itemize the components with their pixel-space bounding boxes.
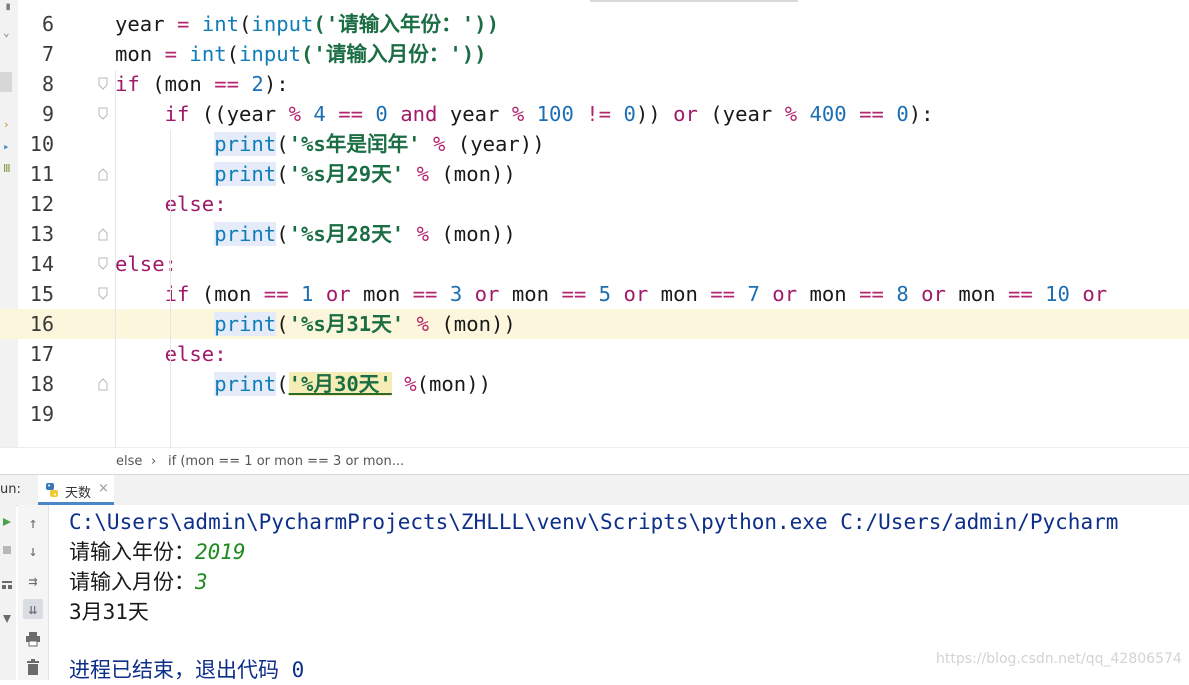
code-line[interactable]: 17 else: [0, 339, 1189, 369]
run-label: un: [0, 482, 21, 497]
top-scroll-indicator [590, 0, 798, 2]
line-number[interactable]: 16 [18, 309, 54, 339]
code-line[interactable]: 16 print('%s月31天' % (mon)) [0, 309, 1189, 339]
code-editor[interactable]: ▝ ⌄ › ▸ Ⅲ 6 year = int(input('请输入年份：')) 7 m… [0, 0, 1189, 447]
code-line[interactable]: 9 if ((year % 4 == 0 and year % 100 != 0… [0, 99, 1189, 129]
indent-guide [115, 70, 116, 447]
line-number[interactable]: 15 [18, 279, 54, 309]
code-text[interactable]: print('%s月29天' % (mon)) [115, 159, 516, 189]
run-tab-label: 天数 [65, 486, 92, 501]
run-side-strip [0, 505, 16, 680]
console-command-line: C:\Users\admin\PycharmProjects\ZHLLL\ven… [69, 510, 1119, 534]
line-number[interactable]: 18 [18, 369, 54, 399]
code-line[interactable]: 13 print('%s月28天' % (mon)) [0, 219, 1189, 249]
console-year-input: 2019 [195, 540, 246, 564]
trash-icon[interactable] [23, 657, 43, 677]
scroll-up-icon[interactable]: ↑ [23, 513, 43, 533]
pin-icon[interactable] [1, 613, 13, 625]
close-icon[interactable]: × [98, 481, 109, 496]
line-number[interactable]: 13 [18, 219, 54, 249]
fold-marker-icon[interactable] [98, 227, 108, 241]
scroll-down-icon[interactable]: ↓ [23, 541, 43, 561]
code-text[interactable]: if ((year % 4 == 0 and year % 100 != 0))… [115, 99, 934, 129]
line-number[interactable]: 6 [18, 9, 54, 39]
console-month-input: 3 [195, 570, 208, 594]
line-number[interactable]: 9 [18, 99, 54, 129]
fold-marker-icon[interactable] [98, 287, 108, 301]
line-number[interactable]: 17 [18, 339, 54, 369]
code-text[interactable]: if (mon == 1 or mon == 3 or mon == 5 or … [115, 279, 1108, 309]
scroll-to-end-icon[interactable]: ⇊ [23, 599, 43, 619]
run-icon[interactable] [2, 517, 12, 527]
code-line[interactable]: 14 else: [0, 249, 1189, 279]
code-text[interactable]: print('%月30天' %(mon)) [115, 369, 491, 399]
line-number[interactable]: 19 [18, 399, 54, 429]
run-tab[interactable]: 天数 × [38, 475, 114, 505]
code-line[interactable]: 10 print('%s年是闰年' % (year)) [0, 129, 1189, 159]
code-line[interactable]: 18 print('%月30天' %(mon)) [0, 369, 1189, 399]
code-line[interactable]: 15 if (mon == 1 or mon == 3 or mon == 5 … [0, 279, 1189, 309]
code-line[interactable]: 7 mon = int(input('请输入月份：')) [0, 39, 1189, 69]
code-text[interactable]: print('%s月28天' % (mon)) [115, 219, 516, 249]
fold-marker-icon[interactable] [98, 167, 108, 181]
line-number[interactable]: 10 [18, 129, 54, 159]
fold-marker-icon[interactable] [98, 77, 108, 91]
code-text[interactable]: year = int(input('请输入年份：')) [115, 9, 499, 39]
line-number[interactable]: 8 [18, 69, 54, 99]
fold-marker-icon[interactable] [98, 257, 108, 271]
layout-icon[interactable] [1, 579, 13, 591]
run-panel-header: un: 天数 × [0, 474, 1189, 506]
line-number[interactable]: 7 [18, 39, 54, 69]
code-line[interactable]: 19 [0, 399, 1189, 429]
code-text[interactable]: print('%s年是闰年' % (year)) [115, 129, 545, 159]
indent-guide [170, 130, 171, 447]
soft-wrap-icon[interactable]: ⇉ [23, 571, 43, 591]
console-month-line: 请输入月份：3 [69, 567, 208, 597]
fold-marker-icon[interactable] [98, 377, 108, 391]
code-text[interactable]: print('%s月31天' % (mon)) [115, 309, 516, 339]
console-output-line: 3月31天 [69, 600, 149, 624]
stop-icon[interactable] [2, 545, 12, 555]
console-exit-line: 进程已结束，退出代码 0 [69, 658, 305, 682]
code-line[interactable]: 11 print('%s月29天' % (mon)) [0, 159, 1189, 189]
code-line[interactable]: 8 if (mon == 2): [0, 69, 1189, 99]
console-month-prompt: 请输入月份： [69, 570, 195, 594]
code-line[interactable]: 12 else: [0, 189, 1189, 219]
breadcrumb-item-else[interactable]: else [116, 454, 142, 469]
code-line[interactable]: 6 year = int(input('请输入年份：')) [0, 9, 1189, 39]
console-year-prompt: 请输入年份： [69, 540, 195, 564]
print-icon[interactable] [23, 629, 43, 649]
breadcrumb-item-if[interactable]: if (mon == 1 or mon == 3 or mon... [168, 454, 404, 469]
python-file-icon [44, 482, 60, 502]
fold-marker-icon[interactable] [98, 107, 108, 121]
line-number[interactable]: 11 [18, 159, 54, 189]
code-text[interactable]: else: [115, 249, 177, 279]
code-text[interactable]: if (mon == 2): [115, 69, 289, 99]
watermark: https://blog.csdn.net/qq_42806574 [936, 651, 1182, 667]
line-number[interactable]: 12 [18, 189, 54, 219]
console-year-line: 请输入年份：2019 [69, 537, 246, 567]
code-text[interactable]: mon = int(input('请输入月份：')) [115, 39, 487, 69]
breadcrumb: else › if (mon == 1 or mon == 3 or mon..… [0, 447, 1189, 475]
line-number[interactable]: 14 [18, 249, 54, 279]
breadcrumb-separator: › [151, 454, 157, 469]
run-toolbar: ↑ ↓ ⇉ ⇊ [18, 505, 49, 680]
